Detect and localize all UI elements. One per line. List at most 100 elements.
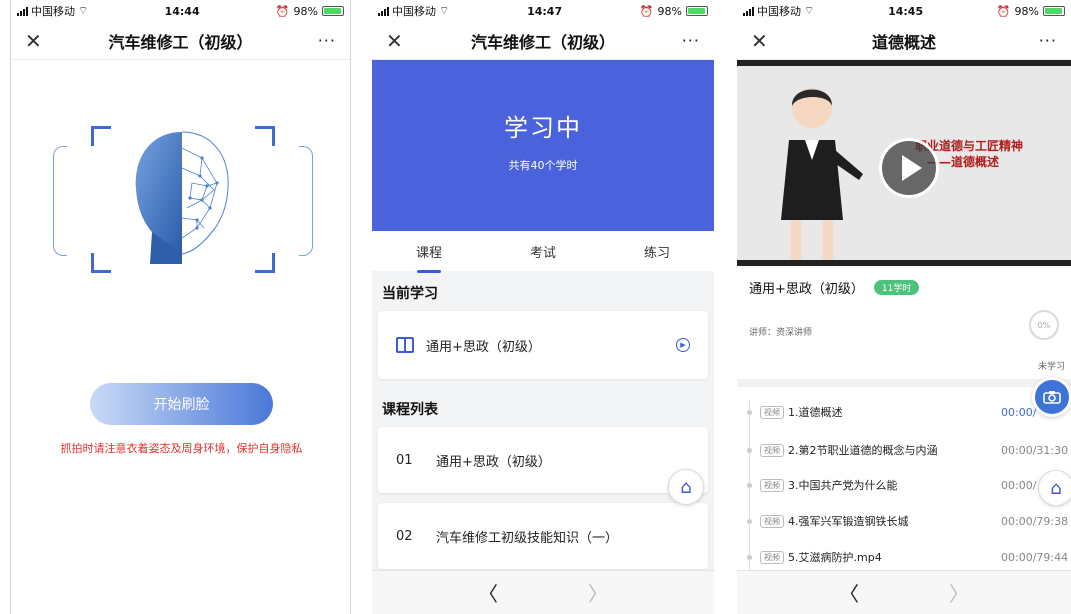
wifi-icon: ⌔ xyxy=(804,4,815,17)
lesson-item[interactable]: 视频 4.强军兴军锻造钢铁长城 00:00/79:38 xyxy=(747,513,1071,529)
battery-icon xyxy=(321,6,344,16)
study-status-banner: 学习中 共有40个学时 xyxy=(372,60,714,231)
page-title: 道德概述 xyxy=(871,32,936,52)
battery-icon xyxy=(1042,6,1065,16)
battery-percent: 98% xyxy=(657,4,682,18)
close-icon[interactable]: ✕ xyxy=(386,29,410,53)
battery-icon xyxy=(685,6,708,16)
course-header: 通用+思政（初级） 11学时 xyxy=(737,266,1071,297)
progress-ring: 0% xyxy=(1029,310,1059,340)
lesson-title: 1.道德概述 xyxy=(788,406,843,419)
lesson-item[interactable]: 视频 3.中国共产党为什么能 00:00/ xyxy=(747,477,1071,493)
wifi-icon: ⌔ xyxy=(78,4,89,17)
nav-bar: ✕ 汽车维修工（初级） ··· xyxy=(11,22,350,60)
lesson-time: 00:00/79:38 xyxy=(1001,514,1069,528)
course-name: 通用+思政（初级） xyxy=(749,282,864,297)
camera-icon[interactable] xyxy=(1032,377,1071,417)
close-icon[interactable]: ✕ xyxy=(25,29,49,53)
signal-icon xyxy=(378,6,389,16)
battery-percent: 98% xyxy=(1014,4,1039,18)
video-tag: 视频 xyxy=(760,443,784,457)
start-face-scan-button[interactable]: 开始刷脸 xyxy=(90,383,273,425)
book-icon xyxy=(396,337,414,353)
current-study-heading: 当前学习 xyxy=(382,286,438,302)
forward-icon[interactable]: 〉 xyxy=(949,578,969,607)
video-tag: 视频 xyxy=(760,550,784,564)
carrier-label: 中国移动 xyxy=(757,5,801,18)
privacy-notice: 抓拍时请注意衣着姿态及周身环境，保护自身隐私 xyxy=(60,442,303,455)
alarm-icon: ⏰ xyxy=(275,4,290,18)
more-icon[interactable]: ··· xyxy=(676,31,700,50)
more-icon[interactable]: ··· xyxy=(312,31,336,50)
phone-screen-lesson-player: 中国移动 ⌔ 14:45 ⏰ 98% ✕ 道德概述 ··· 职业道德与工匠精神 … xyxy=(737,0,1071,614)
face-scan-icon xyxy=(135,131,229,264)
page-title: 汽车维修工（初级） xyxy=(108,32,253,52)
course-list-item[interactable]: 02 汽车维修工初级技能知识（一） xyxy=(378,503,708,569)
tab-exams[interactable]: 考试 xyxy=(530,234,556,269)
lesson-title: 3.中国共产党为什么能 xyxy=(788,479,898,492)
progress-status: 未学习 xyxy=(1037,362,1065,372)
lesson-title: 5.艾滋病防护.mp4 xyxy=(788,551,882,564)
course-list-item[interactable]: 01 通用+思政（初级） xyxy=(378,427,708,493)
signal-icon xyxy=(17,6,28,16)
course-number: 01 xyxy=(396,452,413,468)
close-icon[interactable]: ✕ xyxy=(751,29,775,53)
browser-nav-bar: 〈 〉 xyxy=(737,570,1071,614)
lesson-item[interactable]: 视频 5.艾滋病防护.mp4 00:00/79:44 xyxy=(747,549,1071,565)
home-icon[interactable]: ⌂ xyxy=(1038,470,1071,506)
lesson-item[interactable]: 视频 2.第2节职业道德的概念与内涵 00:00/31:30 xyxy=(747,442,1071,458)
status-bar: 中国移动 ⌔ 14:44 ⏰ 98% xyxy=(11,0,350,22)
play-icon[interactable]: ▶ xyxy=(676,338,690,352)
video-tag: 视频 xyxy=(760,478,784,492)
lecturer-label: 讲师：资深讲师 xyxy=(749,328,813,338)
study-status-title: 学习中 xyxy=(504,114,582,142)
status-bar: 中国移动 ⌔ 14:47 ⏰ 98% xyxy=(372,0,714,22)
clock: 14:47 xyxy=(527,4,563,18)
course-list-heading: 课程列表 xyxy=(382,402,438,418)
course-name: 通用+思政（初级） xyxy=(436,454,551,470)
battery-percent: 98% xyxy=(293,4,318,18)
face-scan-frame xyxy=(11,60,350,290)
current-course-name: 通用+思政（初级） xyxy=(426,339,541,355)
forward-icon[interactable]: 〉 xyxy=(588,578,608,607)
tab-courses[interactable]: 课程 xyxy=(416,234,442,273)
lesson-title: 4.强军兴军锻造钢铁长城 xyxy=(788,515,909,528)
lesson-time: 00:00/31:30 xyxy=(1001,443,1069,457)
video-player[interactable]: 职业道德与工匠精神 ——道德概述 xyxy=(737,60,1071,266)
page-title: 汽车维修工（初级） xyxy=(470,32,615,52)
nav-bar: ✕ 道德概述 ··· xyxy=(737,22,1071,60)
lesson-item[interactable]: 视频 1.道德概述 00:00/ xyxy=(747,404,1071,420)
lesson-title: 2.第2节职业道德的概念与内涵 xyxy=(788,444,938,457)
status-bar: 中国移动 ⌔ 14:45 ⏰ 98% xyxy=(737,0,1071,22)
timeline-dot xyxy=(747,482,752,488)
carrier-label: 中国移动 xyxy=(392,5,436,18)
home-icon[interactable]: ⌂ xyxy=(668,469,704,505)
wifi-icon: ⌔ xyxy=(439,4,450,17)
timeline-dot xyxy=(747,447,752,453)
timeline-dot xyxy=(747,409,752,415)
frame-corner xyxy=(255,126,275,146)
back-icon[interactable]: 〈 xyxy=(478,578,498,607)
back-icon[interactable]: 〈 xyxy=(839,578,859,607)
tab-practice[interactable]: 练习 xyxy=(644,234,670,269)
video-tag: 视频 xyxy=(760,405,784,419)
frame-corner xyxy=(91,126,111,146)
total-hours: 共有40个学时 xyxy=(508,159,578,172)
frame-corner xyxy=(255,253,275,273)
phone-screen-course-home: 中国移动 ⌔ 14:47 ⏰ 98% ✕ 汽车维修工（初级） ··· 学习中 共… xyxy=(372,0,714,614)
frame-corner xyxy=(91,253,111,273)
lesson-time: 00:00/ xyxy=(1001,478,1037,492)
signal-icon xyxy=(743,6,754,16)
alarm-icon: ⏰ xyxy=(639,4,654,18)
current-course-card[interactable]: 通用+思政（初级） ▶ xyxy=(378,311,708,379)
alarm-icon: ⏰ xyxy=(996,4,1011,18)
play-icon[interactable] xyxy=(879,138,939,198)
section-divider xyxy=(737,379,1071,387)
hours-badge: 11学时 xyxy=(873,280,920,295)
nav-bar: ✕ 汽车维修工（初级） ··· xyxy=(372,22,714,60)
more-icon[interactable]: ··· xyxy=(1033,31,1057,50)
carrier-label: 中国移动 xyxy=(31,5,75,18)
timeline-dot xyxy=(747,518,752,524)
clock: 14:45 xyxy=(888,4,924,18)
course-number: 02 xyxy=(396,528,413,544)
